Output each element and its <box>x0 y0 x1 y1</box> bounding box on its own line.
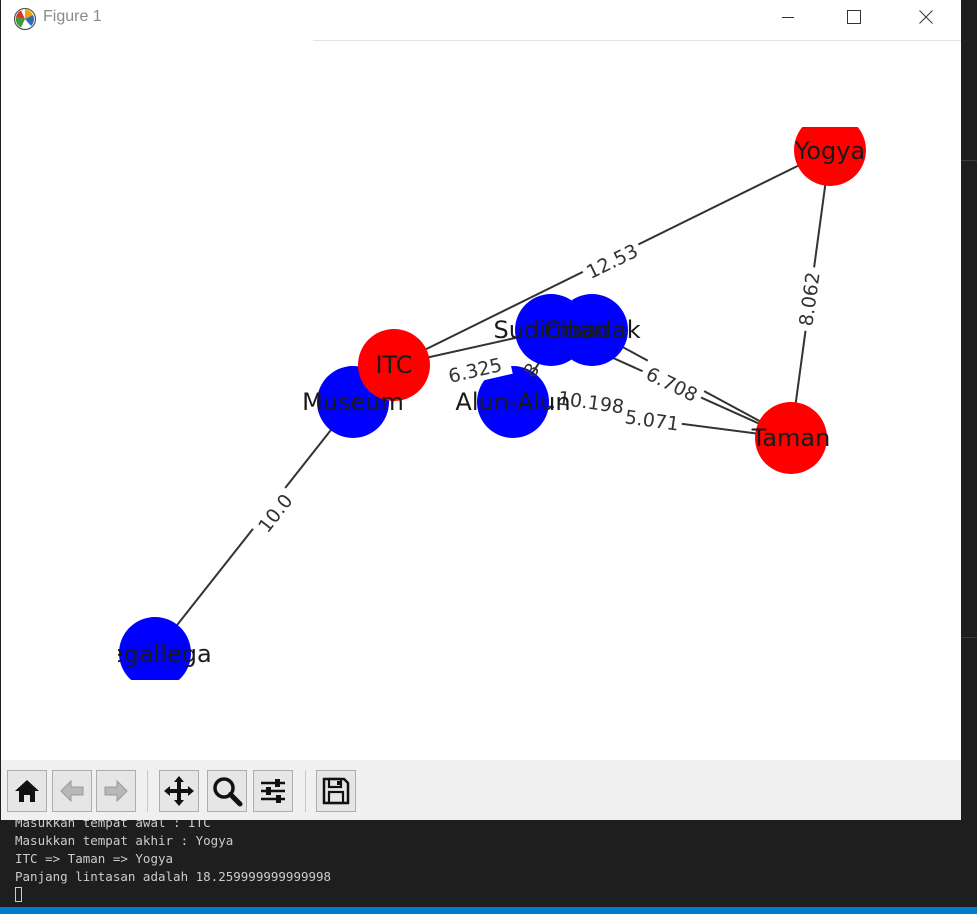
window-title: Figure 1 <box>43 8 102 25</box>
zoom-button[interactable] <box>207 770 247 812</box>
terminal-line: Masukkan tempat akhir : Yogya <box>15 833 234 848</box>
node-label-yogya: Yogya <box>794 137 865 165</box>
node-label-cibadak: Cibadak <box>543 316 640 344</box>
figure-window: Figure 1 12.53 8.062 6.325 6.708 5.071 1… <box>1 0 961 820</box>
arrow-left-icon <box>60 779 84 803</box>
node-label-museum: Museum <box>302 388 404 416</box>
node-label-alun-alun: Alun-Alun <box>455 388 570 416</box>
minimize-button[interactable] <box>765 0 811 34</box>
floppy-disk-icon <box>322 777 350 805</box>
home-button[interactable] <box>7 770 47 812</box>
maximize-button[interactable] <box>831 0 877 34</box>
node-label-itc: ITC <box>375 351 412 379</box>
title-bar[interactable]: Figure 1 <box>1 0 961 40</box>
close-icon <box>919 10 933 24</box>
toolbar-separator <box>305 770 306 812</box>
back-button[interactable] <box>52 770 92 812</box>
navigation-toolbar <box>1 760 961 820</box>
status-bar <box>0 907 977 914</box>
move-arrows-icon <box>164 776 194 806</box>
node-label-tegallega: Tegallega <box>97 640 211 668</box>
close-button[interactable] <box>903 0 949 34</box>
arrow-right-icon <box>104 779 128 803</box>
node-label-taman: Taman <box>751 424 831 452</box>
home-icon <box>15 780 39 802</box>
panel-divider <box>961 160 977 161</box>
toolbar-separator <box>147 770 148 812</box>
terminal-line: ITC => Taman => Yogya <box>15 851 174 866</box>
terminal-line: Panjang lintasan adalah 18.2599999999999… <box>15 869 332 884</box>
forward-button[interactable] <box>96 770 136 812</box>
magnifier-icon <box>213 777 243 807</box>
matplotlib-logo-icon <box>13 7 37 31</box>
configure-subplots-button[interactable] <box>253 770 293 812</box>
edge-label-cibadak-taman: 6.708 <box>642 363 701 407</box>
graph-plot: 12.53 8.062 6.325 6.708 5.071 10.198 10.… <box>97 127 866 680</box>
save-button[interactable] <box>316 770 356 812</box>
terminal-cursor[interactable] <box>15 887 22 902</box>
maximize-icon <box>847 10 861 24</box>
sliders-icon <box>261 779 285 803</box>
minimize-icon <box>782 17 794 18</box>
pan-button[interactable] <box>159 770 199 812</box>
plot-canvas[interactable]: 12.53 8.062 6.325 6.708 5.071 10.198 10.… <box>1 41 961 760</box>
panel-divider <box>961 637 977 638</box>
